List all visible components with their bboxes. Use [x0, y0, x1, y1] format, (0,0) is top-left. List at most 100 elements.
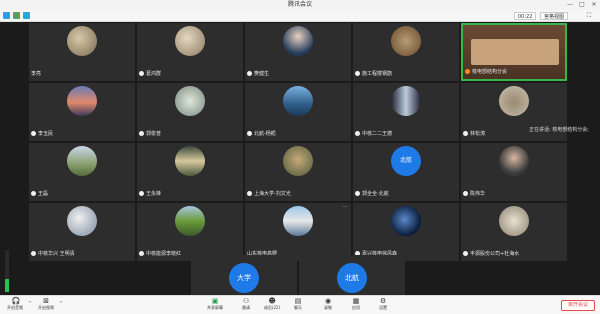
chat-button[interactable]: ▤ 聊天 — [285, 298, 311, 314]
participant-name: 中核能源李晓红 — [139, 251, 181, 258]
dog-photo-avatar — [283, 146, 313, 176]
microphone-icon — [31, 131, 36, 136]
active-speaker-label: 正在讲话: 核电部结构分会; — [529, 127, 589, 133]
sunset-photo-avatar — [67, 86, 97, 116]
participant-tile[interactable]: 北航 — [299, 255, 405, 295]
participant-name: 樊健生 — [247, 71, 269, 78]
microphone-icon — [139, 131, 144, 136]
volume-meter — [5, 250, 9, 292]
participant-tile[interactable]: 葛鸿群 — [137, 23, 243, 81]
participant-tile[interactable]: 中核华兴 王明清 — [29, 203, 135, 261]
participant-name: 郭全全-北航 — [355, 191, 389, 198]
chevron-up-icon[interactable]: ^ — [28, 301, 32, 307]
participant-tile[interactable]: 北航-杨栀 — [245, 83, 351, 141]
participant-tile[interactable]: 王永锋 — [137, 143, 243, 201]
leave-meeting-button[interactable]: 离开会议 — [561, 300, 595, 311]
participant-tile[interactable]: 王磊 — [29, 143, 135, 201]
apps-button[interactable]: ▦ 应用 — [343, 298, 369, 314]
shield-icon[interactable] — [13, 12, 20, 19]
participant-tile[interactable]: ··· 山东核电高野 — [245, 203, 351, 261]
participant-name: 李玉民 — [31, 131, 53, 138]
minimize-button[interactable]: — — [564, 0, 576, 10]
microphone-icon — [139, 71, 144, 76]
chevron-up-icon[interactable]: ^ — [59, 301, 63, 307]
participant-tile[interactable]: 郭俊普 — [137, 83, 243, 141]
meeting-room-video — [471, 39, 559, 65]
participant-name: 郭俊普 — [139, 131, 161, 138]
headphones-icon: 🎧 — [11, 297, 21, 305]
microphone-icon — [355, 131, 360, 136]
record-icon: ◉ — [324, 297, 332, 305]
participant-tile[interactable]: 大学 — [191, 255, 297, 295]
calligraphy-photo-avatar — [391, 26, 421, 56]
microphone-icon — [463, 191, 468, 196]
window-title: 腾讯会议 — [287, 1, 312, 8]
participant-name: 北航-杨栀 — [247, 131, 276, 138]
close-button[interactable]: ✕ — [588, 0, 600, 10]
participant-name: 施工程楼钢筋 — [355, 71, 392, 78]
participant-tile[interactable]: 中核二二王德 — [353, 83, 459, 141]
animal-photo-avatar — [499, 86, 529, 116]
microphone-icon — [355, 191, 360, 196]
road-photo-avatar — [175, 146, 205, 176]
participant-tile[interactable]: 李玉民 — [29, 83, 135, 141]
landscape-photo-avatar — [175, 26, 205, 56]
add-user-icon: ⚇ — [242, 297, 250, 305]
participant-name: 中核二二王德 — [355, 131, 392, 138]
participant-name: 葛鸿群 — [139, 71, 161, 78]
more-options-icon[interactable]: ··· — [342, 204, 348, 211]
volume-level — [5, 279, 9, 292]
avatar-initials: 北航 — [337, 263, 367, 293]
audio-button[interactable]: 🎧 开启音频 — [2, 298, 28, 314]
participant-tile[interactable]: 樊健生 — [245, 23, 351, 81]
microphone-icon — [463, 131, 468, 136]
avatar-initials: 北航 — [391, 146, 421, 176]
microphone-icon — [139, 251, 144, 256]
members-button[interactable]: ☻ 成员(22) — [259, 298, 285, 314]
chat-icon: ▤ — [294, 297, 302, 305]
tower-photo-avatar — [391, 86, 421, 116]
members-icon: ☻ — [268, 297, 276, 305]
video-button[interactable]: ⊠ 开启视频 — [33, 298, 59, 314]
microphone-icon — [463, 251, 468, 256]
fullscreen-icon[interactable]: ⛶ — [585, 12, 593, 20]
microphone-icon — [355, 71, 360, 76]
participant-tile[interactable]: 陈伟华 — [461, 143, 567, 201]
microphone-icon — [31, 191, 36, 196]
participant-name: 核电部结构分会 — [465, 69, 507, 76]
camera-off-icon: ⊠ — [43, 297, 49, 305]
network-signal-icon[interactable] — [23, 12, 30, 19]
participant-name: 王永锋 — [139, 191, 161, 198]
grid-view-button[interactable]: 宫格视图 — [540, 12, 569, 20]
flower-photo-avatar — [175, 86, 205, 116]
participant-tile[interactable]: 中核能源李晓红 — [137, 203, 243, 261]
participant-tile[interactable]: 上海大学-刘文光 — [245, 143, 351, 201]
participant-tile[interactable]: 施工程楼钢筋 — [353, 23, 459, 81]
microphone-icon — [31, 251, 36, 256]
participant-tile[interactable]: 北航 郭全全-北航 — [353, 143, 459, 201]
microphone-icon — [247, 191, 252, 196]
meeting-topbar: 00:22 宫格视图 ⛶ — [0, 10, 600, 22]
participant-name: 上海大学-刘文光 — [247, 191, 291, 198]
microphone-icon — [139, 191, 144, 196]
share-screen-icon: ▣ — [211, 297, 219, 305]
meeting-timer: 00:22 — [514, 12, 537, 20]
participant-tile[interactable]: 李亮 — [29, 23, 135, 81]
invite-button[interactable]: ⚇ 邀请 — [233, 298, 259, 314]
active-speaker-video-tile[interactable]: 核电部结构分会 — [461, 23, 567, 81]
clouds-photo-avatar — [67, 206, 97, 236]
participant-name: 陈伟华 — [463, 191, 485, 198]
car-photo-avatar — [499, 206, 529, 236]
man-photo-avatar — [499, 146, 529, 176]
participant-tile[interactable]: 丰源股份公司+杜海水 — [461, 203, 567, 261]
info-icon[interactable] — [3, 12, 10, 19]
lake-scenery-avatar — [67, 26, 97, 56]
share-screen-button[interactable]: ▣ 共享屏幕 — [202, 298, 228, 314]
apps-grid-icon: ▦ — [352, 297, 360, 305]
participant-tile[interactable]: 嘉兴核电徐风森 — [353, 203, 459, 261]
settings-button[interactable]: ⚙ 设置 — [370, 298, 396, 314]
maximize-button[interactable]: □ — [576, 0, 588, 10]
participant-name: 王磊 — [31, 191, 48, 198]
record-button[interactable]: ◉ 录制 — [315, 298, 341, 314]
meeting-toolbar: 🎧 开启音频 ^ ⊠ 开启视频 ^ ▣ 共享屏幕 ⚇ 邀请 ☻ 成员(22) ▤… — [0, 295, 600, 314]
